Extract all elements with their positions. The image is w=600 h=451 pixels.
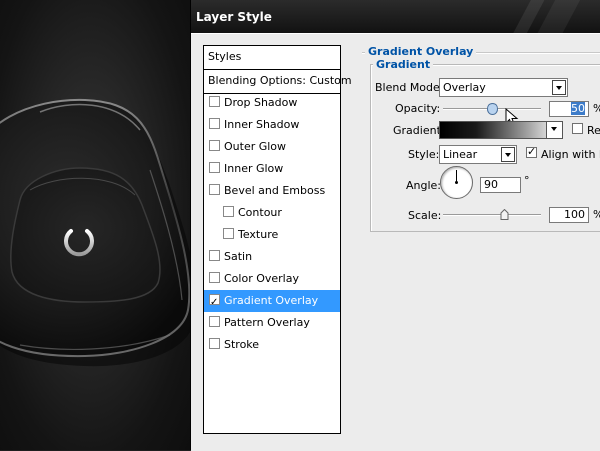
checkbox-icon[interactable] <box>209 250 220 261</box>
checkbox-icon[interactable] <box>209 184 220 195</box>
scale-label: Scale: <box>408 209 442 222</box>
gradient-picker[interactable] <box>439 121 562 139</box>
dialog-body: Styles Blending Options: Custom Drop Sha… <box>191 33 600 451</box>
style-item-stroke[interactable]: Stroke <box>204 334 340 356</box>
style-item-outer-glow[interactable]: Outer Glow <box>204 136 340 158</box>
scale-unit: % <box>593 208 600 221</box>
style-item-bevel-emboss[interactable]: Bevel and Emboss <box>204 180 340 202</box>
document-canvas[interactable] <box>0 0 190 450</box>
dropdown-arrow-icon[interactable] <box>552 80 566 95</box>
reverse-label: Rev <box>587 124 600 137</box>
scale-slider-track[interactable] <box>443 214 541 216</box>
checkbox-icon[interactable] <box>209 140 220 151</box>
gradient-overlay-panel: Gradient Overlay Gradient Blend Mode: Ov… <box>362 45 600 241</box>
slider-thumb-icon[interactable] <box>500 209 509 220</box>
dialog-titlebar[interactable]: Layer Style <box>191 0 600 33</box>
style-item-satin[interactable]: Satin <box>204 246 340 268</box>
scale-input[interactable]: 100 <box>549 207 589 223</box>
checkbox-icon[interactable] <box>223 228 234 239</box>
styles-header[interactable]: Styles <box>204 46 340 70</box>
gradient-dropdown[interactable] <box>546 121 563 139</box>
style-select[interactable]: Linear <box>439 145 517 164</box>
checkbox-icon[interactable] <box>209 272 220 283</box>
blend-mode-label: Blend Mode: <box>375 81 444 94</box>
dropdown-arrow-icon[interactable] <box>548 122 562 137</box>
section-title: Gradient Overlay <box>365 45 477 58</box>
style-item-texture[interactable]: Texture <box>204 224 340 246</box>
blend-mode-select[interactable]: Overlay <box>439 78 568 97</box>
checkbox-icon[interactable] <box>209 292 220 314</box>
checkbox-icon[interactable] <box>209 96 220 107</box>
angle-unit: ° <box>524 174 530 187</box>
style-item-gradient-overlay[interactable]: Gradient Overlay <box>204 290 340 314</box>
checkbox-icon[interactable] <box>209 118 220 129</box>
slider-thumb-icon[interactable] <box>486 103 498 115</box>
angle-label: Angle: <box>406 179 442 192</box>
opacity-label: Opacity: <box>395 102 441 115</box>
dropdown-arrow-icon[interactable] <box>501 147 515 162</box>
style-item-drop-shadow[interactable]: Drop Shadow <box>204 92 340 114</box>
align-with-layer-label: Align with La <box>541 148 600 161</box>
blending-options-item[interactable]: Blending Options: Custom <box>204 70 352 94</box>
checkbox-icon[interactable] <box>209 338 220 349</box>
style-item-inner-shadow[interactable]: Inner Shadow <box>204 114 340 136</box>
checkbox-icon[interactable] <box>209 162 220 173</box>
gradient-label: Gradient: <box>393 124 445 137</box>
opacity-input[interactable]: 50 <box>549 101 589 117</box>
style-label: Style: <box>408 148 440 161</box>
power-button-artwork <box>0 98 190 367</box>
reverse-checkbox[interactable] <box>572 123 583 134</box>
angle-dial-icon[interactable] <box>440 166 473 199</box>
opacity-unit: % <box>593 102 600 115</box>
angle-input[interactable]: 90 <box>480 177 521 193</box>
style-item-color-overlay[interactable]: Color Overlay <box>204 268 340 290</box>
style-item-contour[interactable]: Contour <box>204 202 340 224</box>
align-with-layer-checkbox[interactable] <box>526 145 537 158</box>
checkbox-icon[interactable] <box>209 316 220 327</box>
style-item-pattern-overlay[interactable]: Pattern Overlay <box>204 312 340 334</box>
checkbox-icon[interactable] <box>223 206 234 217</box>
style-item-inner-glow[interactable]: Inner Glow <box>204 158 340 180</box>
styles-list: Styles Blending Options: Custom Drop Sha… <box>203 45 352 434</box>
layer-style-dialog: Layer Style Styles Blending Options: Cus… <box>190 0 600 451</box>
dialog-title: Layer Style <box>196 10 272 24</box>
group-title: Gradient <box>373 58 434 71</box>
